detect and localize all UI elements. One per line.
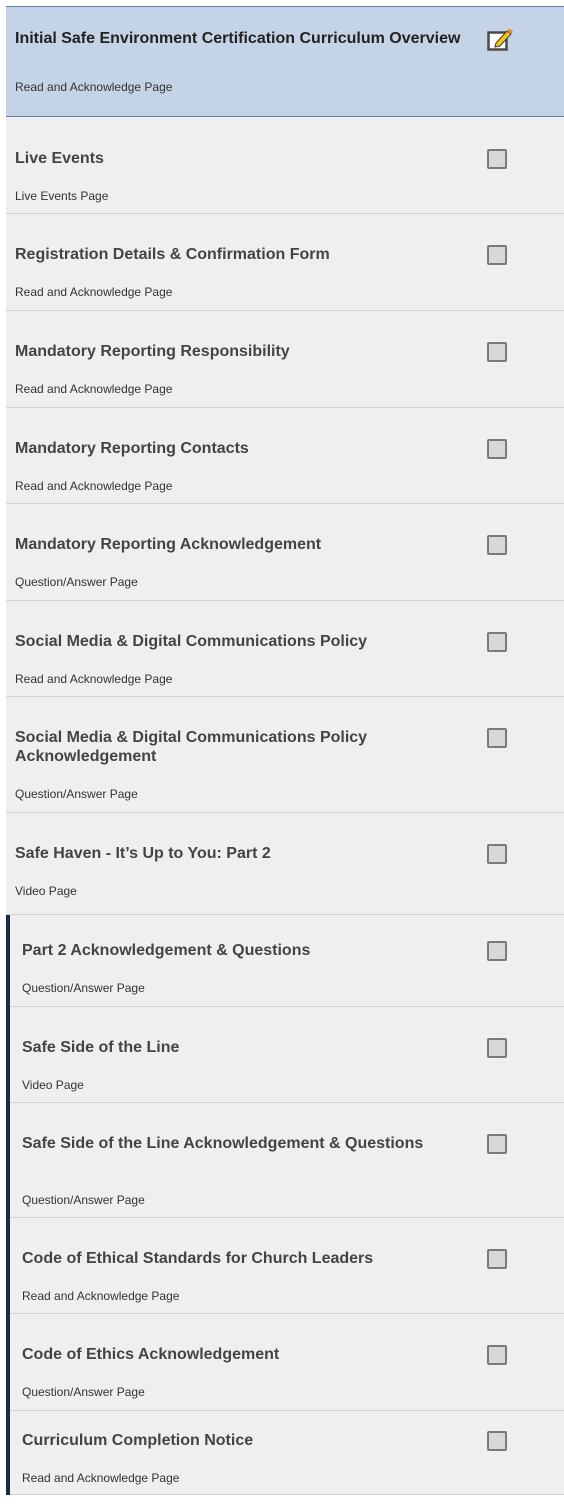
checkbox-icon[interactable]	[487, 844, 507, 864]
item-title: Live Events	[15, 150, 104, 167]
checkbox-icon[interactable]	[487, 535, 507, 555]
item-title: Curriculum Completion Notice	[22, 1432, 254, 1449]
item-type: Video Page	[15, 884, 77, 898]
item-type: Question/Answer Page	[15, 575, 138, 589]
checkbox-icon[interactable]	[487, 1134, 507, 1154]
item-type: Question/Answer Page	[22, 1193, 145, 1207]
item-title: Initial Safe Environment Certification C…	[15, 30, 461, 47]
edit-icon[interactable]	[487, 27, 513, 51]
curriculum-item[interactable]: Mandatory Reporting Acknowledgement Ques…	[6, 504, 564, 601]
curriculum-list: Initial Safe Environment Certification C…	[6, 6, 564, 1495]
item-type: Live Events Page	[15, 189, 109, 203]
curriculum-item[interactable]: Initial Safe Environment Certification C…	[6, 6, 564, 117]
item-title: Mandatory Reporting Acknowledgement	[15, 536, 322, 553]
checkbox-icon[interactable]	[487, 1431, 507, 1451]
curriculum-item[interactable]: Curriculum Completion Notice Read and Ac…	[6, 1411, 564, 1495]
curriculum-item[interactable]: Mandatory Reporting Responsibility Read …	[6, 311, 564, 408]
item-type: Read and Acknowledge Page	[22, 1289, 180, 1303]
checkbox-icon[interactable]	[487, 1038, 507, 1058]
item-type: Read and Acknowledge Page	[22, 1471, 180, 1485]
item-title: Registration Details & Confirmation Form	[15, 246, 330, 263]
curriculum-item[interactable]: Code of Ethical Standards for Church Lea…	[6, 1218, 564, 1314]
checkbox-icon[interactable]	[487, 149, 507, 169]
item-title: Mandatory Reporting Responsibility	[15, 343, 290, 360]
item-type: Read and Acknowledge Page	[15, 285, 173, 299]
item-type: Video Page	[22, 1078, 84, 1092]
checkbox-icon[interactable]	[487, 342, 507, 362]
item-type: Question/Answer Page	[22, 1385, 145, 1399]
checkbox-icon[interactable]	[487, 728, 507, 748]
checkbox-icon[interactable]	[487, 1249, 507, 1269]
curriculum-item[interactable]: Part 2 Acknowledgement & Questions Quest…	[6, 915, 564, 1007]
item-type: Question/Answer Page	[15, 787, 138, 801]
item-type: Read and Acknowledge Page	[15, 479, 173, 493]
item-title: Safe Side of the Line Acknowledgement & …	[22, 1135, 424, 1152]
item-title: Safe Side of the Line	[22, 1039, 180, 1056]
item-type: Read and Acknowledge Page	[15, 672, 173, 686]
item-title: Code of Ethical Standards for Church Lea…	[22, 1250, 374, 1267]
item-title: Part 2 Acknowledgement & Questions	[22, 942, 311, 959]
checkbox-icon[interactable]	[487, 245, 507, 265]
curriculum-item[interactable]: Registration Details & Confirmation Form…	[6, 214, 564, 311]
curriculum-item[interactable]: Safe Side of the Line Acknowledgement & …	[6, 1103, 564, 1218]
curriculum-item[interactable]: Mandatory Reporting Contacts Read and Ac…	[6, 408, 564, 504]
item-title: Social Media & Digital Communications Po…	[15, 633, 368, 650]
checkbox-icon[interactable]	[487, 941, 507, 961]
checkbox-icon[interactable]	[487, 439, 507, 459]
checkbox-icon[interactable]	[487, 1345, 507, 1365]
item-type: Read and Acknowledge Page	[15, 80, 173, 94]
item-title: Social Media & Digital Communications Po…	[15, 729, 368, 765]
item-title: Mandatory Reporting Contacts	[15, 440, 249, 457]
item-title: Code of Ethics Acknowledgement	[22, 1346, 280, 1363]
curriculum-item[interactable]: Safe Haven - It’s Up to You: Part 2 Vide…	[6, 813, 564, 915]
item-title: Safe Haven - It’s Up to You: Part 2	[15, 845, 271, 862]
curriculum-item[interactable]: Live Events Live Events Page	[6, 117, 564, 214]
item-type: Read and Acknowledge Page	[15, 382, 173, 396]
checkbox-icon[interactable]	[487, 632, 507, 652]
curriculum-item[interactable]: Safe Side of the Line Video Page	[6, 1007, 564, 1103]
curriculum-item[interactable]: Code of Ethics Acknowledgement Question/…	[6, 1314, 564, 1411]
curriculum-item[interactable]: Social Media & Digital Communications Po…	[6, 697, 564, 813]
curriculum-item[interactable]: Social Media & Digital Communications Po…	[6, 601, 564, 697]
item-type: Question/Answer Page	[22, 981, 145, 995]
